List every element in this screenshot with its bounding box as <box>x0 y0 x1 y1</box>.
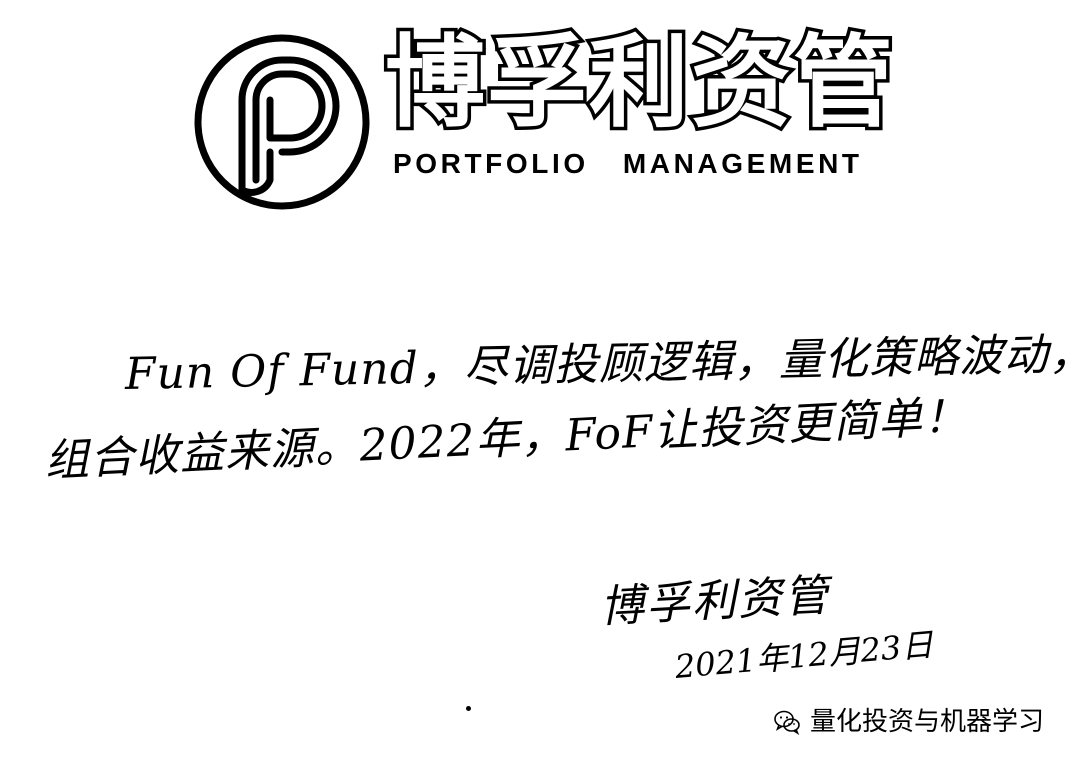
signature-name: 博孚利资管 <box>598 569 831 633</box>
ink-dot <box>466 706 471 711</box>
brand-name-english: PORTFOLIO MANAGEMENT <box>393 148 863 179</box>
watermark-text: 量化投资与机器学习 <box>810 707 1045 737</box>
signature-date: 2021年12月23日 <box>673 625 935 686</box>
brand-name-chinese: 博孚利资管 <box>382 24 897 141</box>
wechat-icon <box>774 710 800 735</box>
watermark: 量化投资与机器学习 <box>772 704 1044 740</box>
portfolio-p-ring-icon <box>194 34 370 210</box>
